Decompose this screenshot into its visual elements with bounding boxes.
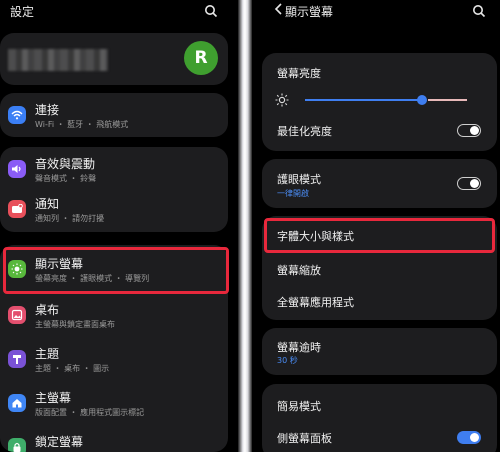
easy-mode-row[interactable]: 簡易模式	[262, 384, 497, 418]
settings-header: 設定	[0, 0, 238, 26]
settings-item-display[interactable]: 顯示螢幕 螢幕亮度 ・ 護眼模式 ・ 導覽列	[0, 249, 228, 289]
brightness-slider-track	[428, 99, 467, 101]
page-title: 設定	[10, 5, 35, 19]
settings-item-label: 音效與震動	[35, 157, 96, 171]
profile-name-redacted	[8, 49, 108, 71]
settings-item-themes[interactable]: 主題 主題 ・ 桌布 ・ 圖示	[0, 339, 228, 379]
toggle-knob	[470, 433, 479, 442]
search-icon	[473, 5, 486, 18]
adaptive-brightness-label: 最佳化亮度	[277, 125, 332, 138]
settings-item-notifications[interactable]: 通知 通知列 ・ 請勿打擾	[0, 189, 228, 229]
brightness-label: 螢幕亮度	[277, 67, 321, 80]
image-divider	[238, 0, 252, 452]
home-icon	[8, 394, 26, 412]
group-display: 顯示螢幕 螢幕亮度 ・ 護眼模式 ・ 導覽列 桌布 主螢幕與鎖定畫面桌布 主題 …	[0, 245, 228, 452]
edge-panels-label: 側螢幕面板	[277, 432, 332, 445]
eye-comfort-toggle[interactable]	[457, 177, 481, 190]
settings-item-wallpaper[interactable]: 桌布 主螢幕與鎖定畫面桌布	[0, 295, 228, 335]
settings-item-label: 主題	[35, 347, 60, 361]
font-zoom-card: 字體大小與樣式 螢幕縮放 全螢幕應用程式	[262, 216, 497, 320]
lock-icon	[8, 438, 26, 452]
eye-comfort-card[interactable]: 護眼模式 一律開啟	[262, 159, 497, 208]
group-sound-notification: 音效與震動 聲音模式 ・ 鈴聲 通知 通知列 ・ 請勿打擾	[0, 147, 228, 232]
brightness-slider-handle[interactable]	[417, 95, 427, 105]
profile-card[interactable]: R	[0, 33, 228, 85]
adaptive-brightness-toggle[interactable]	[457, 124, 481, 137]
brightness-slider[interactable]	[305, 95, 467, 105]
adaptive-brightness-row[interactable]: 最佳化亮度	[262, 117, 497, 147]
search-button[interactable]	[472, 3, 488, 19]
settings-item-connections[interactable]: 連接 Wi-Fi ・ 藍牙 ・ 飛航模式	[0, 95, 228, 135]
back-button[interactable]	[274, 3, 284, 19]
theme-icon	[8, 350, 26, 368]
brightness-card: 螢幕亮度 最佳化亮度	[262, 53, 497, 151]
settings-item-sub: 主螢幕與鎖定畫面桌布	[35, 320, 115, 329]
settings-item-label: 桌布	[35, 303, 60, 317]
sound-icon	[8, 160, 26, 178]
easy-mode-label: 簡易模式	[277, 400, 321, 413]
sun-icon	[275, 93, 289, 107]
screen-timeout-value: 30 秒	[277, 356, 298, 365]
settings-item-label: 主螢幕	[35, 391, 72, 405]
screen-zoom-label: 螢幕縮放	[277, 264, 321, 277]
font-size-style-row[interactable]: 字體大小與樣式	[262, 216, 497, 250]
search-button[interactable]	[204, 3, 220, 19]
chevron-left-icon	[274, 3, 282, 15]
settings-item-label: 鎖定螢幕	[35, 435, 84, 449]
settings-item-sub: 聲音模式 ・ 鈴聲	[35, 174, 97, 183]
brightness-icon	[8, 260, 26, 278]
display-header: 顯示螢幕	[252, 0, 500, 26]
font-size-style-label: 字體大小與樣式	[277, 230, 354, 243]
edge-panels-toggle[interactable]	[457, 431, 481, 444]
wifi-icon	[8, 106, 26, 124]
toggle-knob	[470, 125, 479, 135]
wallpaper-icon	[8, 306, 26, 324]
settings-item-label: 顯示螢幕	[35, 257, 84, 271]
settings-item-label: 通知	[35, 197, 60, 211]
settings-item-label: 連接	[35, 103, 60, 117]
settings-item-home-screen[interactable]: 主螢幕 版面配置 ・ 應用程式圖示標記	[0, 383, 228, 423]
search-icon	[205, 5, 218, 18]
page-title: 顯示螢幕	[285, 5, 334, 19]
fullscreen-apps-row[interactable]: 全螢幕應用程式	[262, 286, 497, 318]
display-settings-screen: 顯示螢幕 螢幕亮度 最佳化亮度 護眼模式 一律開啟 字體大小與樣式 螢幕縮放 全…	[252, 0, 500, 452]
eye-comfort-label: 護眼模式	[277, 173, 321, 186]
edge-panels-row[interactable]: 側螢幕面板	[262, 422, 497, 452]
screen-timeout-label: 螢幕逾時	[277, 341, 321, 354]
brightness-slider-row	[262, 93, 497, 107]
settings-item-sound[interactable]: 音效與震動 聲音模式 ・ 鈴聲	[0, 149, 228, 189]
toggle-knob	[470, 178, 479, 188]
fullscreen-apps-label: 全螢幕應用程式	[277, 296, 354, 309]
settings-item-sub: 螢幕亮度 ・ 護眼模式 ・ 導覽列	[35, 274, 150, 283]
settings-item-sub: Wi-Fi ・ 藍牙 ・ 飛航模式	[35, 120, 129, 129]
easy-mode-card: 簡易模式 側螢幕面板	[262, 384, 497, 452]
screen-zoom-row[interactable]: 螢幕縮放	[262, 252, 497, 284]
settings-item-sub: 主題 ・ 桌布 ・ 圖示	[35, 364, 110, 373]
settings-item-sub: 通知列 ・ 請勿打擾	[35, 214, 105, 223]
settings-item-lock-screen[interactable]: 鎖定螢幕	[0, 427, 228, 452]
brightness-slider-fill	[305, 99, 422, 101]
eye-comfort-sub: 一律開啟	[277, 189, 309, 198]
group-connections: 連接 Wi-Fi ・ 藍牙 ・ 飛航模式	[0, 93, 228, 137]
screen-timeout-card[interactable]: 螢幕逾時 30 秒	[262, 328, 497, 375]
notification-icon	[8, 200, 26, 218]
settings-item-sub: 版面配置 ・ 應用程式圖示標記	[35, 408, 145, 417]
settings-screen: 設定 R 連接 Wi-Fi ・ 藍牙 ・ 飛航模式 音效與震動 聲音模式 ・ 鈴…	[0, 0, 238, 452]
avatar[interactable]: R	[184, 41, 218, 75]
